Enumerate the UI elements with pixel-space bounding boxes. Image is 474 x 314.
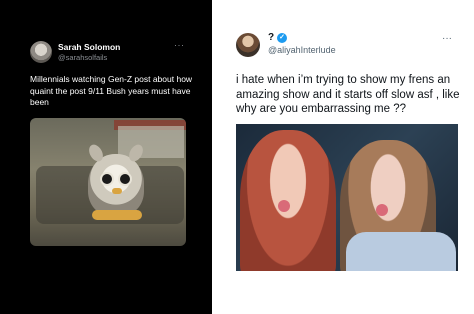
shirt [346,232,456,271]
tweet-text: Millennials watching Gen-Z post about ho… [30,74,193,107]
furby-eye [120,174,130,184]
more-options-icon[interactable]: ··· [174,40,185,50]
tweet-text: i hate when i’m trying to show my frens … [236,74,460,115]
tweet-photo[interactable] [236,124,458,271]
avatar[interactable] [30,41,52,63]
furby-eye [102,174,112,184]
left-tweet-card: Sarah Solomon @sarahsolfails ··· Millenn… [0,0,212,314]
house [118,126,184,158]
furby-ear [86,142,106,164]
furby-feet [92,210,142,220]
tongue [278,200,290,212]
tongue [376,204,388,216]
tweet-photo[interactable] [30,118,186,246]
right-tweet-card: ? ✓ @aliyahInterlude ··· i hate when i’m… [222,0,474,314]
user-handle[interactable]: @sarahsolfails [58,53,107,62]
furby-beak [112,188,122,194]
person-left [240,130,336,271]
display-name[interactable]: ? ✓ [268,32,288,43]
furby-toy [86,142,146,220]
more-options-icon[interactable]: ··· [442,33,452,44]
avatar[interactable] [236,33,260,57]
display-name-text: ? [268,32,275,43]
user-handle[interactable]: @aliyahInterlude [268,45,336,55]
display-name[interactable]: Sarah Solomon [58,42,120,52]
verified-badge-icon: ✓ [277,32,288,43]
divider [212,0,222,314]
